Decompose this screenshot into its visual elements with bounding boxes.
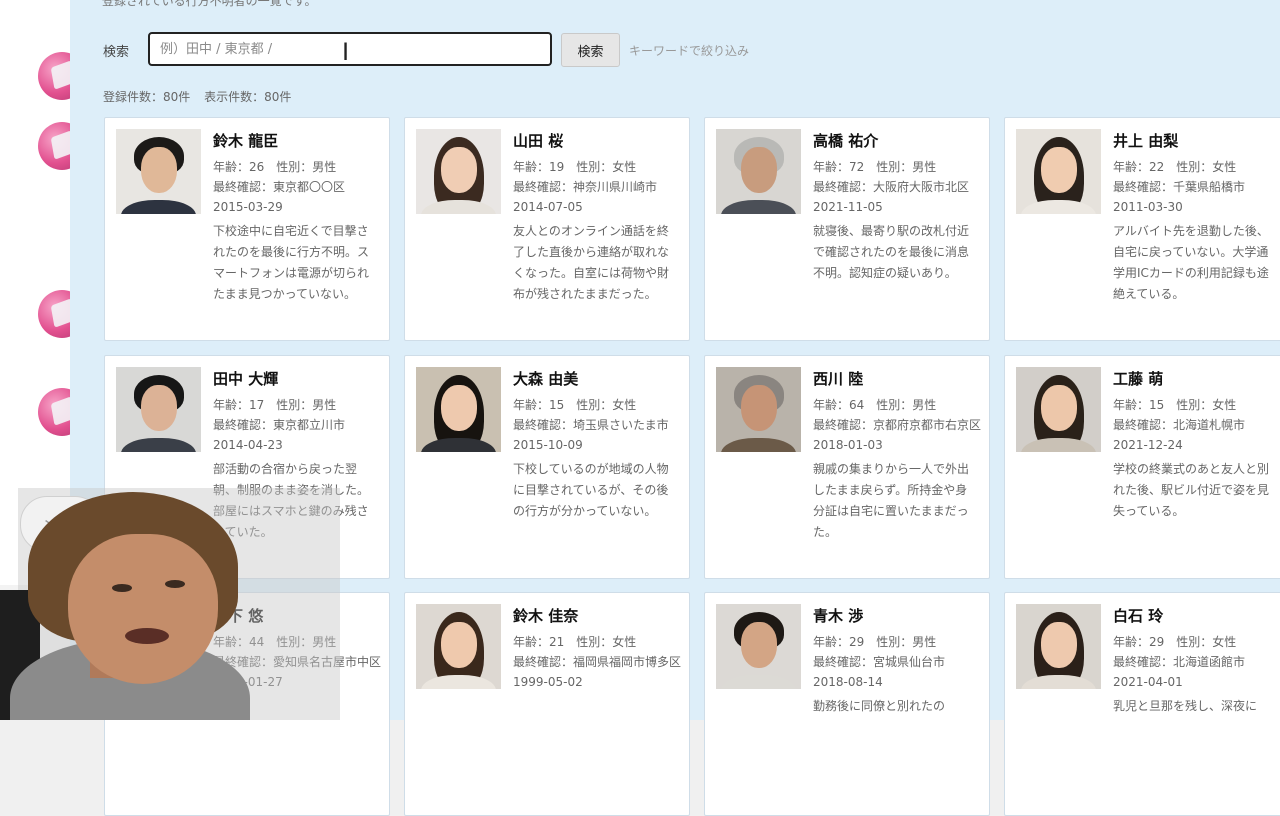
person-card[interactable]: 井上 由梨年齢：22 性別：女性 最終確認：千葉県船橋市 2011-03-30 アルバ… (1004, 117, 1280, 341)
person-description: 友人とのオンライン通話を終了した直後から連絡が取れなくなった。自室には荷物や財布… (513, 224, 670, 301)
person-photo (416, 604, 501, 689)
person-photo (716, 129, 801, 214)
person-description: 下校しているのが地域の人物に目撃されているが、その後の行方が分かっていない。 (513, 462, 669, 518)
person-last-seen: 最終確認：千葉県船橋市 (1113, 180, 1246, 194)
person-age-gender: 年齢：72 性別：男性 (813, 160, 937, 174)
person-date: 2018-08-14 (813, 675, 883, 689)
person-description: アルバイト先を退勤した後、自宅に戻っていない。大学通学用ICカードの利用記録も途… (1113, 224, 1269, 301)
person-name[interactable]: 大森 由美 (513, 368, 681, 389)
person-photo (1016, 604, 1101, 689)
person-age-gender: 年齢：15 性別：女性 (1113, 398, 1237, 412)
person-last-seen: 最終確認：大阪府大阪市北区 (813, 180, 970, 194)
search-button[interactable]: 検索 (561, 33, 620, 67)
person-last-seen: 最終確認：福岡県福岡市博多区 (513, 655, 682, 669)
person-photo (116, 129, 201, 214)
person-date: 2011-03-30 (1113, 200, 1183, 214)
person-card[interactable]: 白石 玲年齢：29 性別：女性 最終確認：北海道函館市 2021-04-01 乳児と旦… (1004, 592, 1280, 816)
person-photo (416, 367, 501, 452)
person-card[interactable]: 西川 陸年齢：64 性別：男性最終確認：京都府京都市右京区 2018-01-03 親… (704, 355, 990, 579)
person-card[interactable]: 高橋 祐介年齢：72 性別：男性最終確認：大阪府大阪市北区 2021-11-05 就… (704, 117, 990, 341)
person-photo (416, 129, 501, 214)
person-last-seen: 最終確認：北海道札幌市 (1113, 418, 1246, 432)
search-label: 検索 (103, 45, 130, 60)
person-card[interactable]: 鈴木 龍臣年齢：26 性別：男性 最終確認：東京都〇〇区 2015-03-29 下校途… (104, 117, 390, 341)
person-description: 就寝後、最寄り駅の改札付近で確認されたのを最後に消息不明。認知症の疑いあり。 (813, 224, 970, 280)
person-photo (716, 604, 801, 689)
person-description: 下校途中に自宅近くで目撃されたのを最後に行方不明。スマートフォンは電源が切られた… (213, 224, 370, 301)
person-last-seen: 最終確認：神奈川県川崎市 (513, 180, 658, 194)
person-name[interactable]: 青木 渉 (813, 605, 981, 626)
person-name[interactable]: 山田 桜 (513, 130, 681, 151)
person-last-seen: 最終確認：京都府京都市右京区 (813, 418, 982, 432)
registered-count: 登録件数：80件 (103, 90, 191, 104)
person-age-gender: 年齢：15 性別：女性 (513, 398, 637, 412)
person-last-seen: 最終確認：宮城県仙台市 (813, 655, 946, 669)
text-cursor-icon: I (342, 38, 350, 66)
person-name[interactable]: 鈴木 佳奈 (513, 605, 681, 626)
person-age-gender: 年齢：29 性別：女性 (1113, 635, 1237, 649)
person-age-gender: 年齢：17 性別：男性 (213, 398, 337, 412)
person-photo (1016, 129, 1101, 214)
person-last-seen: 最終確認：東京都立川市 (213, 418, 346, 432)
person-last-seen: 最終確認：北海道函館市 (1113, 655, 1246, 669)
person-name[interactable]: 白石 玲 (1113, 605, 1280, 626)
person-description: 乳児と旦那を残し、深夜に (1113, 699, 1258, 713)
person-age-gender: 年齢：21 性別：女性 (513, 635, 637, 649)
person-photo (716, 367, 801, 452)
person-date: 2021-04-01 (1113, 675, 1183, 689)
person-description: 親戚の集まりから一人で外出したまま戻らず。所持金や身分証は自宅に置いたままだった… (813, 462, 970, 539)
person-name[interactable]: 西川 陸 (813, 368, 981, 389)
person-date: 2014-04-23 (213, 438, 283, 452)
person-age-gender: 年齢：22 性別：女性 (1113, 160, 1237, 174)
person-date: 2021-12-24 (1113, 438, 1183, 452)
person-photo (1016, 367, 1101, 452)
person-date: 2015-10-09 (513, 438, 583, 452)
result-count: 登録件数：80件 表示件数：80件 (103, 88, 301, 105)
person-name[interactable]: 鈴木 龍臣 (213, 130, 381, 151)
person-name[interactable]: 高橋 祐介 (813, 130, 981, 151)
person-last-seen: 最終確認：東京都〇〇区 (213, 180, 346, 194)
person-last-seen: 最終確認：埼玉県さいたま市 (513, 418, 669, 432)
person-card[interactable]: 山田 桜年齢：19 性別：女性最終確認：神奈川県川崎市 2014-07-05 友人と… (404, 117, 690, 341)
person-date: 2014-07-05 (513, 200, 583, 214)
search-hint: キーワードで絞り込み (629, 44, 750, 58)
shown-count: 表示件数：80件 (204, 90, 292, 104)
person-photo (116, 367, 201, 452)
person-card[interactable]: 青木 渉年齢：29 性別：男性 最終確認：宮城県仙台市 2018-08-14 勤務後に… (704, 592, 990, 816)
person-age-gender: 年齢：19 性別：女性 (513, 160, 637, 174)
person-description: 勤務後に同僚と別れたの (813, 699, 946, 713)
person-card[interactable]: 工藤 萌年齢：15 性別：女性 最終確認：北海道札幌市 2021-12-24 学校の終… (1004, 355, 1280, 579)
person-name[interactable]: 田中 大輝 (213, 368, 381, 389)
person-card[interactable]: 大森 由美年齢：15 性別：女性最終確認：埼玉県さいたま市 2015-10-09 下… (404, 355, 690, 579)
person-age-gender: 年齢：26 性別：男性 (213, 160, 337, 174)
person-description: 学校の終業式のあと友人と別れた後、駅ビル付近で姿を見失っている。 (1113, 462, 1270, 518)
person-name[interactable]: 工藤 萌 (1113, 368, 1280, 389)
person-date: 2018-01-03 (813, 438, 883, 452)
person-date: 2021-11-05 (813, 200, 883, 214)
person-age-gender: 年齢：29 性別：男性 (813, 635, 937, 649)
webcam-feed (0, 488, 250, 720)
person-card[interactable]: 鈴木 佳奈年齢：21 性別：女性最終確認：福岡県福岡市博多区 1999-05-02 (404, 592, 690, 816)
page-description: 登録されている行方不明者の一覧です。 (102, 0, 317, 8)
person-date: 2015-03-29 (213, 200, 283, 214)
person-age-gender: 年齢：64 性別：男性 (813, 398, 937, 412)
person-name[interactable]: 井上 由梨 (1113, 130, 1280, 151)
person-date: 1999-05-02 (513, 675, 583, 689)
